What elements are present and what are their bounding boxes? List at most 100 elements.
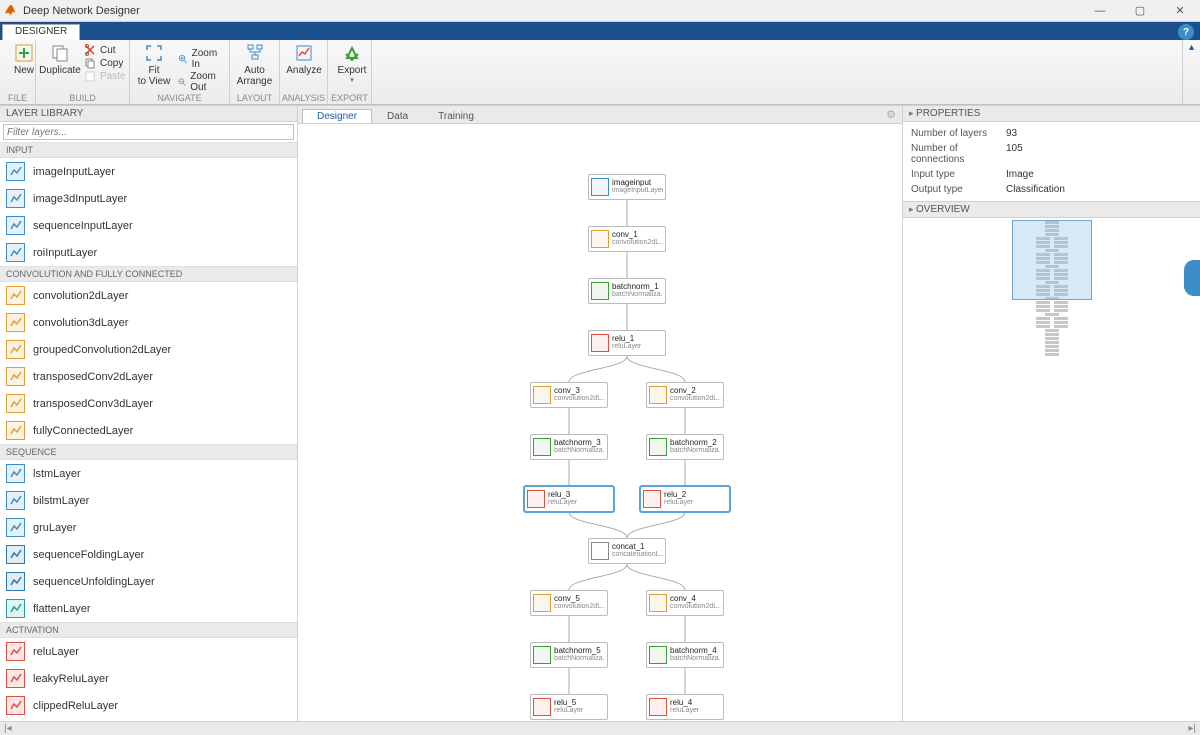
network-node[interactable]: conv_1convolution2dL... (588, 226, 666, 252)
node-type-icon (591, 230, 609, 248)
close-button[interactable]: ✕ (1160, 0, 1200, 22)
node-type-icon (527, 490, 545, 508)
layer-item[interactable]: convolution3dLayer (0, 309, 297, 336)
layer-item-label: convolution2dLayer (33, 290, 128, 302)
layer-type-icon (6, 162, 25, 181)
network-node[interactable]: conv_2convolution2dL... (646, 382, 724, 408)
node-type-icon (649, 594, 667, 612)
network-node[interactable]: batchnorm_2batchNormaliza... (646, 434, 724, 460)
layer-type-icon (6, 491, 25, 510)
layer-type-icon (6, 642, 25, 661)
layer-item[interactable]: imageInputLayer (0, 158, 297, 185)
network-node[interactable]: relu_1reluLayer (588, 330, 666, 356)
filter-layers-input[interactable] (3, 124, 294, 140)
layer-type-icon (6, 464, 25, 483)
collapse-toolstrip-button[interactable]: ▴ (1182, 40, 1200, 104)
matlab-logo-icon (4, 4, 18, 18)
layer-item[interactable]: roiInputLayer (0, 239, 297, 266)
layer-item[interactable]: bilstmLayer (0, 487, 297, 514)
tab-training[interactable]: Training (423, 109, 489, 123)
network-node[interactable]: conv_5convolution2dL... (530, 590, 608, 616)
layer-item[interactable]: sequenceFoldingLayer (0, 541, 297, 568)
export-button[interactable]: Export ▾ (332, 42, 372, 85)
layer-item[interactable]: transposedConv2dLayer (0, 363, 297, 390)
analyze-button[interactable]: Analyze (284, 42, 324, 77)
layer-item[interactable]: flattenLayer (0, 595, 297, 622)
side-tab-handle[interactable] (1184, 260, 1200, 296)
layer-list[interactable]: INPUTimageInputLayerimage3dInputLayer seq… (0, 142, 297, 721)
layer-item-label: reluLayer (33, 646, 79, 658)
auto-arrange-button[interactable]: Auto Arrange (234, 42, 275, 88)
network-node[interactable]: conv_4convolution2dL... (646, 590, 724, 616)
zoom-out-icon (178, 76, 186, 88)
tab-data[interactable]: Data (372, 109, 423, 123)
maximize-button[interactable]: ▢ (1120, 0, 1160, 22)
layer-item-label: convolution3dLayer (33, 317, 128, 329)
canvas-options-icon[interactable]: ⚙ (886, 108, 896, 121)
copy-button[interactable]: Copy (80, 57, 130, 69)
layer-type-icon (6, 367, 25, 386)
fit-to-view-button[interactable]: Fit to View (134, 42, 174, 88)
help-icon[interactable]: ? (1178, 24, 1194, 40)
properties-header[interactable]: PROPERTIES (903, 106, 1200, 122)
layer-item[interactable]: sequenceInputLayer (0, 212, 297, 239)
layer-item[interactable]: reluLayer (0, 638, 297, 665)
statusbar: |◂ ▸| (0, 721, 1200, 735)
main-tabstrip: DESIGNER ? (0, 22, 1200, 40)
network-node[interactable]: concat_1concatenationL... (588, 538, 666, 564)
network-canvas[interactable]: imageinputimageInputLayer conv_1convoluti… (298, 124, 902, 721)
layer-type-icon (6, 572, 25, 591)
network-node[interactable]: relu_5reluLayer (530, 694, 608, 720)
network-node[interactable]: relu_3reluLayer (524, 486, 614, 512)
zoom-out-button[interactable]: Zoom Out (174, 71, 225, 93)
network-node[interactable]: batchnorm_3batchNormaliza... (530, 434, 608, 460)
network-node[interactable]: batchnorm_1batchNormaliza... (588, 278, 666, 304)
network-node[interactable]: batchnorm_4batchNormaliza... (646, 642, 724, 668)
layer-item[interactable]: gruLayer (0, 514, 297, 541)
cut-button[interactable]: Cut (80, 44, 130, 56)
zoom-in-button[interactable]: Zoom In (174, 48, 225, 70)
canvas-tabs: Designer Data Training ⚙ (298, 106, 902, 124)
layer-type-icon (6, 669, 25, 688)
layer-type-icon (6, 243, 25, 262)
node-type-icon (591, 334, 609, 352)
layer-type-icon (6, 394, 25, 413)
minimize-button[interactable]: — (1080, 0, 1120, 22)
layer-type-icon (6, 189, 25, 208)
scissors-icon (84, 44, 96, 56)
network-node[interactable]: conv_3convolution2dL... (530, 382, 608, 408)
layer-item[interactable]: image3dInputLayer (0, 185, 297, 212)
layer-item[interactable]: clippedReluLayer (0, 692, 297, 719)
statusbar-right-icon[interactable]: ▸| (1184, 723, 1200, 734)
layer-item[interactable]: leakyReluLayer (0, 665, 297, 692)
duplicate-button[interactable]: Duplicate (40, 42, 80, 77)
layer-type-icon (6, 599, 25, 618)
overview-header[interactable]: OVERVIEW (903, 202, 1200, 218)
node-type-icon (649, 386, 667, 404)
overview-viewport[interactable] (1012, 220, 1092, 300)
property-row: Number of connections105 (903, 141, 1200, 167)
layer-item-label: fullyConnectedLayer (33, 425, 133, 437)
layer-item[interactable]: transposedConv3dLayer (0, 390, 297, 417)
layer-item-label: flattenLayer (33, 603, 90, 615)
layer-item[interactable]: groupedConvolution2dLayer (0, 336, 297, 363)
network-node[interactable]: batchnorm_5batchNormaliza... (530, 642, 608, 668)
network-node[interactable]: imageinputimageInputLayer (588, 174, 666, 200)
layer-item-label: transposedConv3dLayer (33, 398, 153, 410)
tab-designer[interactable]: DESIGNER (2, 24, 80, 40)
layer-item[interactable]: lstmLayer (0, 460, 297, 487)
duplicate-icon (50, 43, 70, 63)
layer-item[interactable]: sequenceUnfoldingLayer (0, 568, 297, 595)
layer-item[interactable]: convolution2dLayer (0, 282, 297, 309)
layer-library-header: LAYER LIBRARY (0, 106, 297, 122)
overview-body[interactable] (903, 218, 1200, 721)
layer-item[interactable]: fullyConnectedLayer (0, 417, 297, 444)
category-header: INPUT (0, 142, 297, 158)
network-node[interactable]: relu_4reluLayer (646, 694, 724, 720)
tab-designer-canvas[interactable]: Designer (302, 109, 372, 123)
statusbar-left-icon[interactable]: |◂ (0, 723, 16, 734)
network-node[interactable]: relu_2reluLayer (640, 486, 730, 512)
layer-type-icon (6, 286, 25, 305)
layer-item-label: sequenceInputLayer (33, 220, 133, 232)
layer-type-icon (6, 313, 25, 332)
